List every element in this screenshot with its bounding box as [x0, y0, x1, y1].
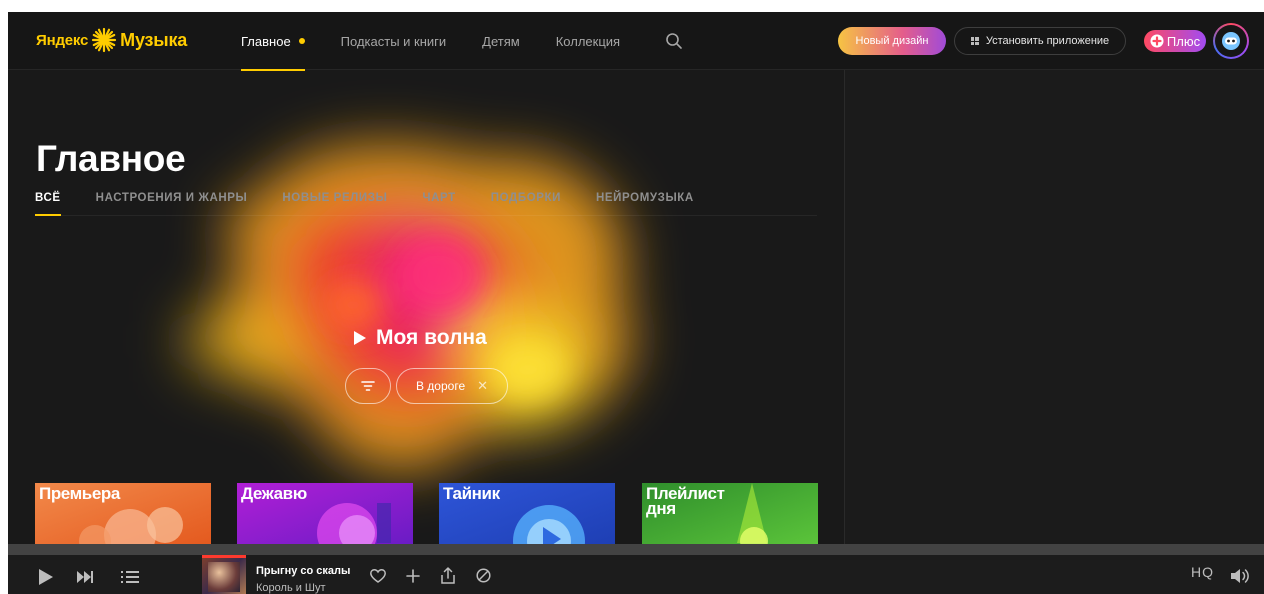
right-side-panel	[844, 70, 1264, 544]
new-content-dot	[298, 38, 305, 44]
page-title: Главное	[36, 138, 186, 179]
plus-button[interactable]: Плюс	[1144, 30, 1206, 52]
playlist-card-playlist-of-day[interactable]: Плейлист дня	[642, 483, 818, 544]
tab-chart[interactable]: ЧАРТ	[422, 192, 455, 215]
cover-art	[208, 562, 240, 592]
card-title: Дежавю	[241, 484, 307, 503]
tab-all[interactable]: ВСЁ	[35, 192, 61, 216]
playlist-card-hideout[interactable]: Тайник	[439, 483, 615, 544]
wave-settings-button[interactable]	[345, 368, 391, 404]
next-track-icon[interactable]	[76, 570, 94, 584]
card-title: Плейлист дня	[646, 484, 725, 518]
tab-new-releases[interactable]: НОВЫЕ РЕЛИЗЫ	[282, 192, 387, 215]
my-wave-play-button[interactable]: Моя волна	[354, 326, 487, 350]
install-app-button[interactable]: Установить приложение	[954, 27, 1126, 55]
my-wave-label: Моя волна	[376, 326, 487, 349]
tab-collections[interactable]: ПОДБОРКИ	[491, 192, 561, 215]
mood-chip[interactable]: В дороге ✕	[396, 368, 508, 404]
volume-icon[interactable]	[1230, 568, 1250, 584]
track-artist[interactable]: Король и Шут	[256, 582, 326, 594]
logo-product: Музыка	[120, 29, 188, 50]
add-icon[interactable]	[406, 569, 420, 583]
install-app-label: Установить приложение	[985, 35, 1110, 47]
nav-item-label: Подкасты и книги	[340, 33, 447, 49]
nav-item-label: Главное	[241, 33, 291, 49]
nav-item-kids[interactable]: Детям	[482, 12, 520, 70]
top-header: Яндекс Музыка Главное Подкасты и книги Д…	[8, 12, 1264, 71]
nav-item-label: Детям	[482, 33, 520, 49]
windows-icon	[970, 37, 979, 45]
nav-item-collection[interactable]: Коллекция	[556, 12, 620, 70]
app-window: Яндекс Музыка Главное Подкасты и книги Д…	[8, 12, 1264, 594]
nav-item-podcasts[interactable]: Подкасты и книги	[341, 12, 447, 70]
logo-star-icon	[92, 27, 117, 53]
filter-icon	[361, 381, 375, 391]
card-title: Премьера	[39, 484, 120, 503]
avatar[interactable]	[1213, 23, 1249, 59]
card-title: Тайник	[443, 484, 500, 503]
search-icon[interactable]	[665, 32, 683, 50]
plus-label: Плюс	[1166, 33, 1201, 49]
play-icon[interactable]	[38, 568, 54, 586]
playlist-card-dejavu[interactable]: Дежавю	[237, 483, 413, 544]
mood-chip-label: В дороге	[415, 379, 466, 393]
heart-icon[interactable]	[370, 569, 386, 583]
nav-item-main[interactable]: Главное	[241, 12, 305, 71]
plus-logo-icon	[1150, 34, 1164, 48]
playlist-card-premiere[interactable]: Премьера	[35, 483, 211, 544]
avatar-robot-icon	[1215, 25, 1247, 57]
main-content: Главное ВСЁ НАСТРОЕНИЯ И ЖАНРЫ НОВЫЕ РЕЛ…	[8, 70, 844, 544]
new-design-button[interactable]: Новый дизайн	[838, 27, 946, 55]
quality-toggle[interactable]: HQ	[1191, 564, 1214, 580]
close-icon[interactable]: ✕	[477, 378, 488, 394]
play-icon	[354, 331, 366, 345]
block-icon[interactable]	[476, 568, 491, 583]
share-icon[interactable]	[441, 567, 455, 584]
track-title[interactable]: Прыгну со скалы	[256, 565, 350, 577]
playback-progress-bar[interactable]	[8, 544, 1264, 555]
nav-item-label: Коллекция	[555, 33, 621, 49]
player-bar: Прыгну со скалы Король и Шут HQ	[8, 555, 1264, 594]
playlist-queue-icon[interactable]	[121, 570, 139, 584]
logo[interactable]: Яндекс Музыка	[36, 27, 188, 53]
content-tabs: ВСЁ НАСТРОЕНИЯ И ЖАНРЫ НОВЫЕ РЕЛИЗЫ ЧАРТ…	[35, 192, 817, 216]
main-nav: Главное Подкасты и книги Детям Коллекция	[241, 12, 656, 71]
tab-neuromusic[interactable]: НЕЙРОМУЗЫКА	[596, 192, 694, 215]
logo-brand: Яндекс	[36, 31, 89, 49]
tab-moods-genres[interactable]: НАСТРОЕНИЯ И ЖАНРЫ	[96, 192, 248, 215]
track-cover[interactable]	[202, 555, 246, 594]
